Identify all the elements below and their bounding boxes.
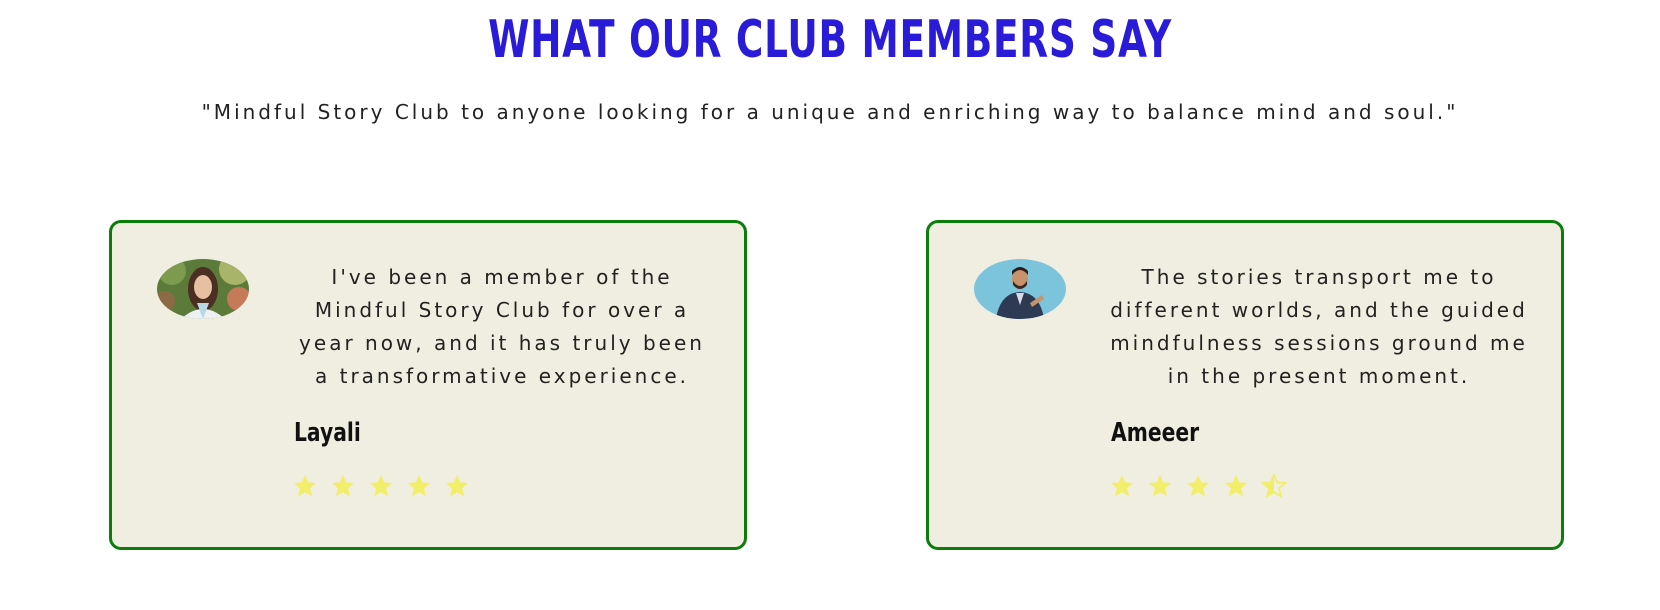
- testimonial-card-ameeer: The stories transport me to different wo…: [926, 220, 1564, 550]
- star-rating: [292, 473, 470, 499]
- star-full-icon: [1110, 474, 1134, 497]
- star-half-icon: [1261, 473, 1287, 499]
- star-rating: [1109, 473, 1287, 499]
- star-full-icon: [1224, 474, 1248, 497]
- testimonial-quote: I've been a member of the Mindful Story …: [299, 265, 705, 388]
- star-full-icon: [407, 474, 431, 497]
- section-heading: WHAT OUR CLUB MEMBERS SAY: [488, 10, 1172, 70]
- star-full-icon: [369, 474, 393, 497]
- member-name: Layali: [294, 418, 361, 448]
- avatar-woman-photo: [157, 259, 249, 319]
- star-full-icon: [1186, 474, 1210, 497]
- testimonial-quote: The stories transport me to different wo…: [1110, 265, 1528, 388]
- testimonial-card-layali: I've been a member of the Mindful Story …: [109, 220, 747, 550]
- star-full-icon: [331, 474, 355, 497]
- section-subtitle: "Mindful Story Club to anyone looking fo…: [201, 100, 1459, 124]
- avatar-man-photo: [974, 259, 1066, 319]
- member-name: Ameeer: [1111, 418, 1200, 448]
- star-full-icon: [445, 474, 469, 497]
- star-full-icon: [293, 474, 317, 497]
- star-full-icon: [1148, 474, 1172, 497]
